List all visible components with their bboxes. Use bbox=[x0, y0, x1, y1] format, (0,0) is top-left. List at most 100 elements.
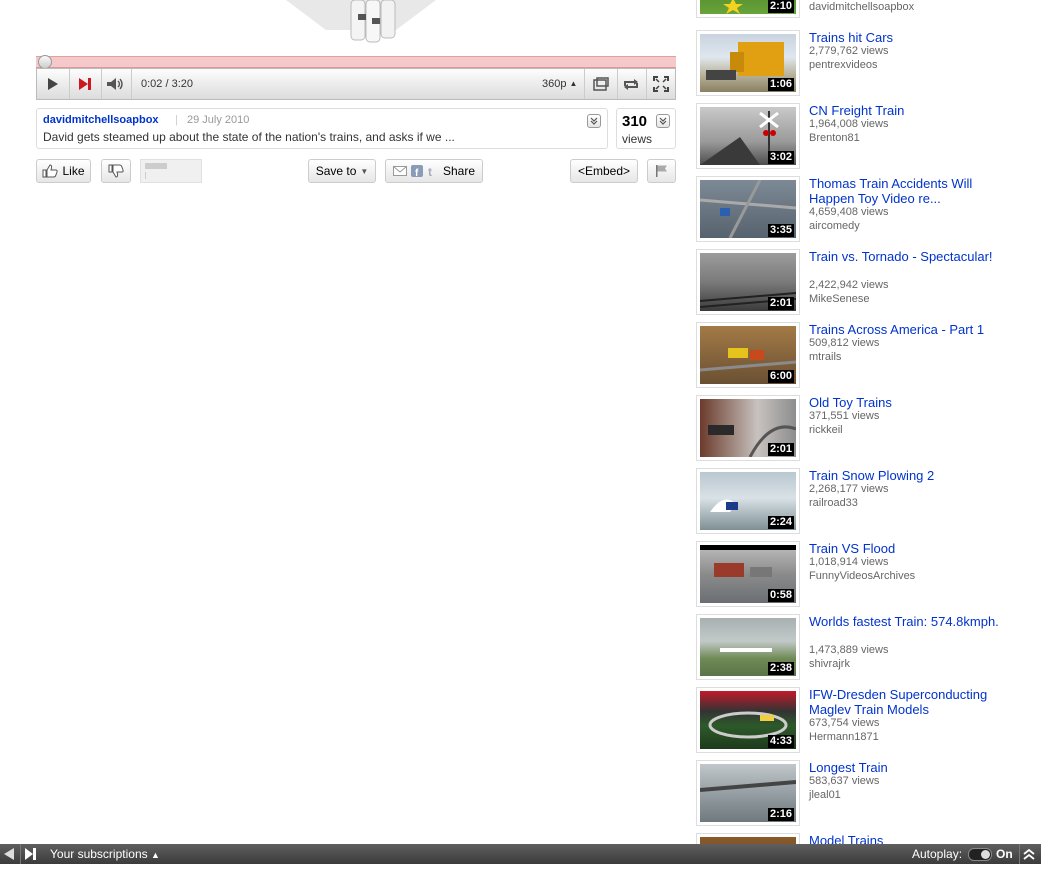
video-title-link[interactable]: IFW-Dresden Superconducting Maglev Train… bbox=[809, 687, 999, 717]
related-video-item[interactable]: 3:35 Thomas Train Accidents Will Happen … bbox=[696, 176, 1026, 246]
save-to-button[interactable]: Save to ▼ bbox=[308, 159, 376, 183]
prev-button[interactable] bbox=[2, 844, 18, 864]
video-views: 2,779,762 views bbox=[809, 45, 889, 57]
related-video-item[interactable]: 2:38 Worlds fastest Train: 574.8kmph. 1,… bbox=[696, 614, 1026, 684]
view-count-label: views bbox=[622, 132, 653, 146]
related-video-item[interactable]: 2:01 Old Toy Trains 371,551 views rickke… bbox=[696, 395, 1026, 465]
video-title-link[interactable]: Trains hit Cars bbox=[809, 30, 999, 45]
video-channel: railroad33 bbox=[809, 497, 858, 509]
video-channel: aircomedy bbox=[809, 220, 860, 232]
related-video-item[interactable]: 2:16 Longest Train 583,637 views jleal01 bbox=[696, 760, 1026, 830]
next-button[interactable] bbox=[69, 69, 102, 99]
rating-bar-fill bbox=[145, 163, 167, 169]
video-channel: jleal01 bbox=[809, 789, 841, 801]
flag-button[interactable] bbox=[647, 159, 676, 183]
video-title-link[interactable]: Worlds fastest Train: 574.8kmph. bbox=[809, 614, 999, 629]
quality-selector[interactable]: 360p ▲ bbox=[542, 69, 577, 99]
video-thumbnail[interactable]: 2:10 bbox=[696, 0, 800, 18]
related-video-item[interactable]: 2:24 Train Snow Plowing 2 2,268,177 view… bbox=[696, 468, 1026, 538]
related-video-partial-bottom[interactable]: Model Trains bbox=[696, 833, 1026, 844]
related-video-item[interactable]: 3:02 CN Freight Train 1,964,008 views Br… bbox=[696, 103, 1026, 173]
dislike-button[interactable] bbox=[101, 159, 131, 183]
video-title-link[interactable]: Model Trains bbox=[809, 833, 999, 844]
video-thumbnail[interactable]: 2:01 bbox=[696, 395, 800, 461]
video-duration: 2:16 bbox=[767, 808, 794, 821]
video-duration: 3:02 bbox=[767, 151, 794, 164]
scrubber-handle[interactable] bbox=[38, 55, 52, 69]
video-thumbnail[interactable]: 2:38 bbox=[696, 614, 800, 680]
chevron-down-icon bbox=[587, 114, 601, 128]
video-duration: 1:06 bbox=[767, 78, 794, 91]
twitter-icon: t bbox=[428, 165, 432, 177]
fullscreen-button[interactable] bbox=[646, 69, 675, 99]
video-views: 2,268,177 views bbox=[809, 483, 889, 495]
video-thumbnail[interactable]: 3:35 bbox=[696, 176, 800, 242]
related-video-item[interactable]: 4:33 IFW-Dresden Superconducting Maglev … bbox=[696, 687, 1026, 757]
autoplay-toggle[interactable]: On bbox=[968, 844, 1013, 864]
prev-icon bbox=[4, 848, 14, 860]
channel-link[interactable]: davidmitchellsoapbox bbox=[43, 114, 159, 126]
volume-icon bbox=[107, 78, 123, 90]
video-title-link[interactable]: Thomas Train Accidents Will Happen Toy V… bbox=[809, 176, 999, 206]
video-title-link[interactable]: Train vs. Tornado - Spectacular! bbox=[809, 249, 999, 264]
progress-bar[interactable] bbox=[36, 55, 676, 69]
expand-description-button[interactable] bbox=[587, 114, 601, 128]
related-video-item[interactable]: 0:58 Train VS Flood 1,018,914 views Funn… bbox=[696, 541, 1026, 611]
video-duration: 0:58 bbox=[767, 589, 794, 602]
related-video-item[interactable]: 2:01 Train vs. Tornado - Spectacular! 2,… bbox=[696, 249, 1026, 319]
bottom-guide-bar: Your subscriptions ▲ Autoplay: On bbox=[0, 844, 1041, 864]
video-views: 2,422,942 views bbox=[809, 279, 889, 291]
video-thumbnail[interactable]: 2:01 bbox=[696, 249, 800, 315]
expand-guide-button[interactable] bbox=[1019, 844, 1040, 864]
play-button[interactable] bbox=[37, 69, 70, 99]
facebook-icon: f bbox=[410, 165, 423, 177]
like-button[interactable]: Like bbox=[36, 159, 91, 183]
video-title-link[interactable]: Longest Train bbox=[809, 760, 999, 775]
upload-date: 29 July 2010 bbox=[187, 114, 250, 126]
embed-button[interactable]: <Embed> bbox=[570, 159, 638, 183]
video-frame[interactable] bbox=[36, 0, 676, 56]
video-channel: FunnyVideosArchives bbox=[809, 570, 916, 582]
video-views: 1,964,008 views bbox=[809, 118, 889, 130]
video-channel: shivrajrk bbox=[809, 658, 850, 670]
popout-button[interactable] bbox=[584, 69, 618, 99]
volume-button[interactable] bbox=[101, 69, 132, 99]
next-video-button[interactable] bbox=[20, 844, 41, 864]
related-video-item[interactable]: 1:06 Trains hit Cars 2,779,762 views pen… bbox=[696, 30, 1026, 100]
subscriptions-toggle[interactable]: Your subscriptions ▲ bbox=[50, 844, 160, 864]
share-button[interactable]: f t Share bbox=[385, 159, 483, 183]
video-thumbnail[interactable]: 0:58 bbox=[696, 541, 800, 607]
svg-text:t: t bbox=[428, 165, 432, 177]
video-thumbnail[interactable]: 2:16 bbox=[696, 760, 800, 826]
rating-bar bbox=[140, 159, 202, 183]
video-title-link[interactable]: Train Snow Plowing 2 bbox=[809, 468, 999, 483]
dropdown-arrow-icon: ▼ bbox=[360, 166, 369, 176]
email-icon bbox=[392, 166, 407, 176]
video-views: 1,018,914 views bbox=[809, 556, 889, 568]
related-video-partial-top[interactable]: 2:10 davidmitchellsoapbox bbox=[696, 0, 1026, 22]
video-title-link[interactable]: Trains Across America - Part 1 bbox=[809, 322, 999, 337]
related-video-item[interactable]: 6:00 Trains Across America - Part 1 509,… bbox=[696, 322, 1026, 392]
video-thumbnail[interactable]: 2:24 bbox=[696, 468, 800, 534]
video-thumbnail[interactable]: 4:33 bbox=[696, 687, 800, 753]
popout-icon bbox=[593, 77, 609, 91]
video-channel: pentrexvideos bbox=[809, 59, 878, 71]
video-thumbnail[interactable]: 1:06 bbox=[696, 30, 800, 96]
video-thumbnail[interactable]: 6:00 bbox=[696, 322, 800, 388]
video-title-link[interactable]: Train VS Flood bbox=[809, 541, 999, 556]
save-to-label: Save to bbox=[315, 164, 357, 178]
toggle-switch-icon bbox=[968, 847, 992, 861]
video-duration: 3:35 bbox=[767, 224, 794, 237]
expand-player-button[interactable] bbox=[616, 69, 647, 99]
video-thumbnail[interactable]: 3:02 bbox=[696, 103, 800, 169]
chevron-down-icon bbox=[656, 114, 670, 128]
video-views: 1,473,889 views bbox=[809, 644, 889, 656]
video-title-link[interactable]: CN Freight Train bbox=[809, 103, 999, 118]
info-separator: | bbox=[175, 114, 178, 126]
expand-stats-button[interactable] bbox=[656, 114, 670, 128]
time-display: 0:02 / 3:20 bbox=[141, 78, 193, 90]
video-duration: 2:24 bbox=[767, 516, 794, 529]
video-channel: MikeSenese bbox=[809, 293, 870, 305]
video-thumbnail[interactable] bbox=[696, 833, 800, 844]
video-title-link[interactable]: Old Toy Trains bbox=[809, 395, 999, 410]
